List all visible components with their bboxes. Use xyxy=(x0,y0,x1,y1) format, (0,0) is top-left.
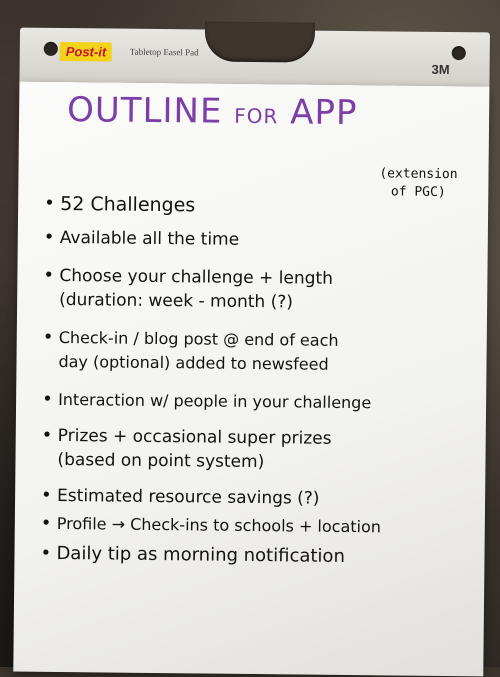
brand-logo: 3M xyxy=(431,61,450,78)
list-item-text: Available all the time xyxy=(59,227,240,250)
list-item-text-line2: day (optional) added to newsfeed xyxy=(58,351,329,374)
list-item-text-line2: (based on point system) xyxy=(57,449,265,473)
list-item: Prizes + occasional super prizes (based … xyxy=(41,424,500,477)
product-name: Tabletop Easel Pad xyxy=(129,46,199,58)
list-item: Choose your challenge + length (duration… xyxy=(43,264,500,317)
list-item-text: 52 Challenges xyxy=(60,192,196,217)
list-item: Interaction w/ people in your challenge xyxy=(42,388,500,417)
pad-header: Post-it Tabletop Easel Pad 3M xyxy=(19,21,490,87)
easel-pad: Post-it Tabletop Easel Pad 3M OUTLINE FO… xyxy=(13,21,490,677)
list-item-text: Daily tip as morning notification xyxy=(56,542,346,567)
list-item: Available all the time xyxy=(44,226,500,255)
outline-list: 52 Challenges Available all the time Cho… xyxy=(40,192,500,571)
extension-note-line1: (extension xyxy=(379,166,458,183)
list-item: Daily tip as morning notification xyxy=(40,542,500,571)
list-item-text: Interaction w/ people in your challenge xyxy=(58,389,372,413)
title-word-for: FOR xyxy=(234,103,279,129)
list-item-text: Profile → Check-ins to schools + locatio… xyxy=(56,513,382,537)
list-item: Profile → Check-ins to schools + locatio… xyxy=(41,512,500,541)
title-word-app: APP xyxy=(290,92,358,134)
list-item-text: Estimated resource savings (?) xyxy=(57,485,320,509)
page-title: OUTLINE FOR APP xyxy=(67,90,358,133)
title-word-outline: OUTLINE xyxy=(66,90,223,132)
post-it-logo: Post-it xyxy=(59,41,113,62)
binding-hole-right xyxy=(451,46,466,61)
list-item: Check-in / blog post @ end of each day (… xyxy=(42,326,500,379)
list-item-text-line2: (duration: week - month (?) xyxy=(59,289,294,313)
binding-hole-left xyxy=(43,41,58,56)
list-item: 52 Challenges xyxy=(44,192,500,221)
carry-handle xyxy=(204,21,316,63)
list-item: Estimated resource savings (?) xyxy=(41,484,500,513)
